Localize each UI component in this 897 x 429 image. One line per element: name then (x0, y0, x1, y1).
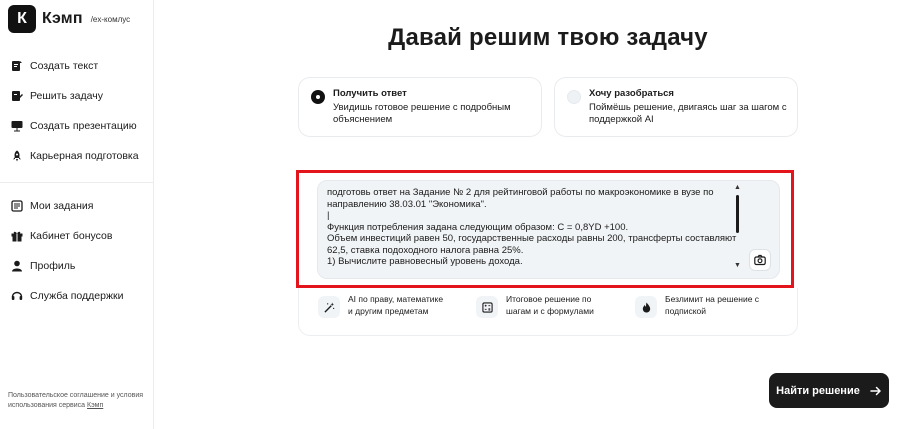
sidebar-item-solve-task[interactable]: Решить задачу (0, 81, 154, 111)
logo-mark: К (8, 5, 36, 33)
find-solution-label: Найти решение (776, 384, 860, 397)
rocket-icon (13, 150, 21, 162)
sidebar-item-my-tasks[interactable]: Мои задания (0, 191, 154, 221)
sidebar-item-label: Карьерная подготовка (30, 150, 139, 162)
camera-upload-button[interactable] (749, 249, 771, 271)
legal-notice: Пользовательское соглашение и условия ис… (8, 391, 148, 411)
sidebar-divider (0, 182, 154, 183)
feature-text: Итоговое решение по шагам и с формулами (506, 294, 594, 316)
sidebar-item-support[interactable]: Служба поддержки (0, 281, 154, 311)
task-input-box[interactable]: подготовь ответ на Задание № 2 для рейти… (317, 180, 780, 279)
arrow-right-icon (870, 386, 881, 395)
scroll-down-arrow-icon[interactable]: ▼ (734, 262, 741, 269)
legal-link[interactable]: Кэмп (87, 402, 103, 409)
mode-card-understand[interactable]: Хочу разобраться Поймёшь решение, двигая… (554, 77, 798, 137)
sidebar-item-label: Профиль (30, 260, 76, 272)
task-input[interactable]: подготовь ответ на Задание № 2 для рейти… (327, 187, 737, 268)
mode-description: Увидишь готовое решение с подробным объя… (333, 102, 511, 125)
flame-icon (642, 301, 650, 313)
tasks-icon (11, 200, 23, 212)
sidebar-item-label: Кабинет бонусов (30, 230, 113, 242)
camera-icon (754, 254, 766, 266)
sidebar-nav-top: Создать текст Решить задачу Создать през… (0, 51, 154, 171)
profile-icon (12, 260, 22, 272)
logo-name: Кэмп (42, 10, 83, 27)
presentation-icon (11, 121, 23, 132)
sidebar-item-label: Мои задания (30, 200, 94, 212)
mode-title: Хочу разобраться (589, 88, 674, 99)
feature-item: Итоговое решение по шагам и с формулами (476, 294, 606, 318)
sidebar-item-create-presentation[interactable]: Создать презентацию (0, 111, 154, 141)
formula-icon (481, 301, 493, 313)
create-text-icon (12, 61, 22, 71)
features-panel: AI по праву, математике и другим предмет… (298, 288, 798, 336)
radio-unselected[interactable] (567, 90, 581, 104)
legal-text: Пользовательское соглашение и условия ис… (8, 392, 144, 409)
logo-subtitle: /ex-комлус (90, 14, 131, 24)
sidebar-item-profile[interactable]: Профиль (0, 251, 154, 281)
find-solution-button[interactable]: Найти решение (769, 373, 889, 408)
sidebar-item-bonus[interactable]: Кабинет бонусов (0, 221, 154, 251)
mode-card-get-answer[interactable]: Получить ответ Увидишь готовое решение с… (298, 77, 542, 137)
magic-wand-icon (323, 301, 334, 313)
mode-title: Получить ответ (333, 88, 407, 99)
feature-item: Безлимит на решение с подпиской (635, 294, 775, 318)
scroll-up-arrow-icon[interactable]: ▲ (734, 184, 741, 191)
feature-text: AI по праву, математике и другим предмет… (348, 294, 444, 316)
sidebar-item-career[interactable]: Карьерная подготовка (0, 141, 154, 171)
solve-task-icon (12, 91, 23, 101)
sidebar-item-create-text[interactable]: Создать текст (0, 51, 154, 81)
sidebar: К Кэмп /ex-комлус Создать текст Решить з… (0, 0, 154, 429)
scrollbar-thumb[interactable] (736, 195, 739, 233)
radio-selected[interactable] (311, 90, 325, 104)
feature-text: Безлимит на решение с подпиской (665, 294, 760, 316)
sidebar-item-label: Создать текст (30, 60, 99, 72)
sidebar-item-label: Решить задачу (30, 90, 103, 102)
logo[interactable]: К Кэмп /ex-комлус (8, 5, 130, 33)
page-title: Давай решим твою задачу (388, 24, 708, 51)
sidebar-item-label: Создать презентацию (30, 120, 137, 132)
headset-icon (11, 291, 23, 300)
bonus-icon (11, 231, 23, 242)
feature-item: AI по праву, математике и другим предмет… (318, 294, 448, 318)
sidebar-nav-bottom: Мои задания Кабинет бонусов Профиль Служ… (0, 191, 154, 311)
mode-description: Поймёшь решение, двигаясь шаг за шагом с… (589, 102, 787, 125)
sidebar-item-label: Служба поддержки (30, 290, 124, 302)
